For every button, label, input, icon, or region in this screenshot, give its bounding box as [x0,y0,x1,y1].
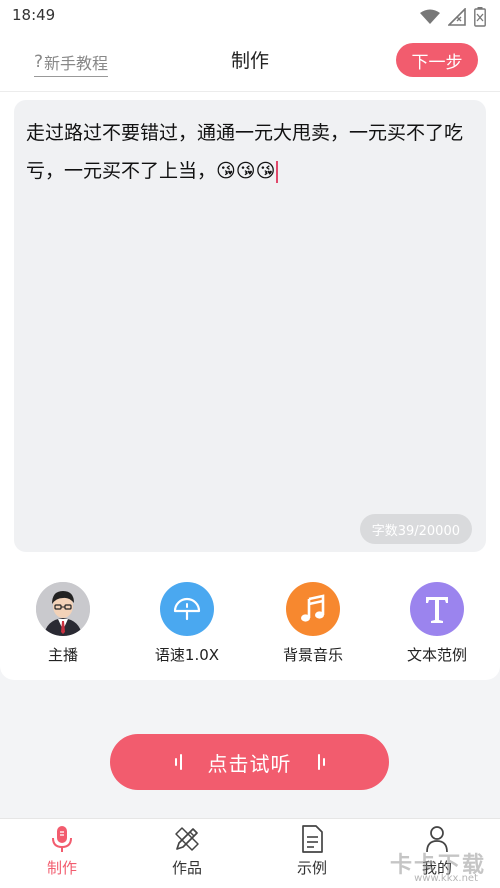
tool-text-sample[interactable]: 文本范例 [382,582,492,665]
text-editor[interactable]: 走过路过不要错过，通通一元大甩卖，一元买不了吃亏，一元买不了上当，😘😘😘 字数3… [14,100,486,552]
editor-card: 走过路过不要错过，通通一元大甩卖，一元买不了吃亏，一元买不了上当，😘😘😘 字数3… [0,92,500,680]
wifi-icon [420,9,440,24]
editor-text[interactable]: 走过路过不要错过，通通一元大甩卖，一元买不了吃亏，一元买不了上当，😘😘😘 [26,114,478,190]
tool-label-text-sample: 文本范例 [406,646,467,664]
tool-label-anchor: 主播 [47,646,78,664]
tab-label-works: 作品 [171,859,202,877]
no-signal-icon [448,8,466,26]
text-circle [410,582,464,636]
tool-label-music: 背景音乐 [282,646,343,664]
tool-music[interactable]: 背景音乐 [258,582,368,665]
tab-works[interactable]: 作品 [137,825,237,878]
text-t-icon [426,597,448,623]
status-icons [420,7,486,27]
listen-label: 点击试听 [207,751,292,776]
speed-gauge-icon [173,597,201,621]
tool-row: 主播 语速1.0X 背景音乐 文本范例 [0,582,500,672]
speed-circle [160,582,214,636]
tab-examples[interactable]: 示例 [262,825,362,878]
pencil-ruler-icon [175,827,199,851]
sound-wave-left-icon [174,754,182,770]
status-time: 18:49 [12,6,56,24]
text-caret [276,160,279,183]
top-header: ? 新手教程 制作 下一步 [0,30,500,92]
watermark-url: www.kkx.net [414,873,478,884]
battery-icon [474,7,486,27]
music-circle [286,582,340,636]
char-count-badge: 字数39/20000 [359,514,472,544]
tool-label-speed: 语速1.0X [154,646,220,664]
tab-label-examples: 示例 [296,859,327,877]
next-step-button[interactable]: 下一步 [396,43,478,77]
sound-wave-right-icon [317,754,325,770]
tool-speed[interactable]: 语速1.0X [132,582,242,665]
microphone-icon [52,826,72,852]
music-note-icon [301,594,325,622]
anchor-avatar [36,582,90,636]
bottom-tab-bar: 制作 作品 示例 我的 卡卡下载 www.kkx.net [0,818,500,888]
tab-make[interactable]: 制作 [12,825,112,878]
status-bar: 18:49 [0,0,500,30]
document-icon [302,825,323,853]
tab-label-make: 制作 [46,859,77,877]
avatar-icon [36,582,90,636]
editor-content: 走过路过不要错过，通通一元大甩卖，一元买不了吃亏，一元买不了上当，😘😘😘 [26,122,464,182]
listen-button[interactable]: 点击试听 [110,734,389,790]
tool-anchor[interactable]: 主播 [8,582,118,665]
